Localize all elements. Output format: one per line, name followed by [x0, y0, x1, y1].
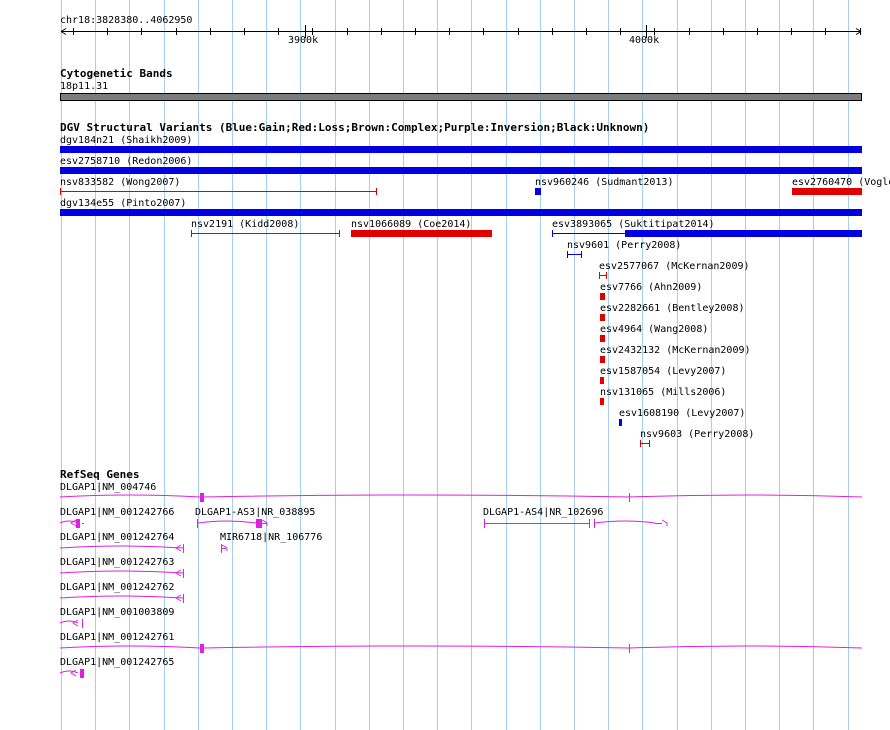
gene-exon	[80, 669, 84, 678]
variant-label[interactable]: nsv9603 (Perry2008)	[640, 429, 754, 440]
gene-exon	[200, 493, 204, 502]
gene-intron	[197, 520, 257, 524]
variant-bar	[351, 230, 492, 237]
variant-label[interactable]: dgv184n21 (Shaikh2009)	[60, 135, 192, 146]
gene-label[interactable]: MIR6718|NR_106776	[220, 532, 322, 543]
variant-bar	[600, 293, 605, 300]
variant-label[interactable]: nsv2191 (Kidd2008)	[191, 219, 299, 230]
gene-label[interactable]: DLGAP1|NM_001242764	[60, 532, 174, 543]
gene-intron	[594, 520, 656, 524]
variant-label[interactable]: esv2282661 (Bentley2008)	[600, 303, 745, 314]
cytoband-bar	[60, 93, 862, 101]
gene-exon	[200, 644, 204, 653]
variant-label[interactable]: esv2760470 (Vogler2010)	[792, 177, 890, 188]
strand-arrow	[661, 519, 668, 526]
track-title-refseq: RefSeq Genes	[60, 468, 140, 481]
gene-intron	[203, 645, 630, 649]
variant-bar	[60, 146, 862, 153]
gene-label[interactable]: DLGAP1|NM_001242761	[60, 632, 174, 643]
variant-label[interactable]: nsv131065 (Mills2006)	[600, 387, 726, 398]
gene-label[interactable]: DLGAP1-AS3|NR_038895	[195, 507, 315, 518]
gene-label[interactable]: DLGAP1|NM_001242766	[60, 507, 174, 518]
position-label: chr18:3828380..4062950	[60, 15, 193, 26]
variant-label[interactable]: esv4964 (Wang2008)	[600, 324, 708, 335]
variant-bar	[535, 188, 541, 195]
variant-bar	[600, 356, 605, 363]
gene-intron	[203, 494, 630, 498]
variant-bar	[626, 230, 862, 237]
gene-exon	[256, 519, 262, 528]
ruler-tick-label: 4000k	[629, 35, 660, 46]
variant-label[interactable]: esv2432132 (McKernan2009)	[600, 345, 751, 356]
variant-bar	[792, 188, 862, 195]
gene-label[interactable]: DLGAP1-AS4|NR_102696	[483, 507, 603, 518]
variant-bar	[600, 398, 604, 405]
variant-label[interactable]: esv1587054 (Levy2007)	[600, 366, 726, 377]
gene-exon	[76, 519, 80, 528]
variant-label[interactable]: esv2758710 (Redon2006)	[60, 156, 192, 167]
variant-bar	[600, 314, 605, 321]
track-title-dgv: DGV Structural Variants (Blue:Gain;Red:L…	[60, 121, 650, 134]
ruler-tick-label: 3900k	[288, 35, 319, 46]
variant-label[interactable]: esv2577067 (McKernan2009)	[599, 261, 750, 272]
variant-label[interactable]: nsv960246 (Sudmant2013)	[535, 177, 673, 188]
gene-label[interactable]: DLGAP1|NM_001242763	[60, 557, 174, 568]
cytoband-label: 18p11.31	[60, 81, 109, 92]
track-graphics	[59, 0, 863, 730]
variant-label[interactable]: dgv134e55 (Pinto2007)	[60, 198, 186, 209]
genome-browser-view[interactable]: chr18:3828380..4062950 3900k 4000k Cytog…	[0, 0, 890, 730]
variant-label[interactable]: esv7766 (Ahn2009)	[600, 282, 702, 293]
gene-label[interactable]: DLGAP1|NM_001003809	[60, 607, 174, 618]
variant-bar	[600, 335, 605, 342]
gene-intron	[59, 670, 79, 674]
track-title-cytobands: Cytogenetic Bands	[60, 67, 173, 80]
variant-label[interactable]: esv3893065 (Suktitipat2014)	[552, 219, 715, 230]
variant-label[interactable]: esv1608190 (Levy2007)	[619, 408, 745, 419]
variant-bar	[60, 209, 862, 216]
variant-bar	[600, 377, 604, 384]
gene-label[interactable]: DLGAP1|NM_001242765	[60, 657, 174, 668]
variant-label[interactable]: nsv9601 (Perry2008)	[567, 240, 681, 251]
variant-label[interactable]: nsv1066089 (Coe2014)	[351, 219, 471, 230]
gene-intron	[59, 520, 79, 524]
variant-bar	[60, 167, 862, 174]
gene-label[interactable]: DLGAP1|NM_001242762	[60, 582, 174, 593]
gene-label[interactable]: DLGAP1|NM_004746	[60, 482, 156, 493]
variant-bar	[619, 419, 622, 426]
variant-label[interactable]: nsv833582 (Wong2007)	[60, 177, 180, 188]
